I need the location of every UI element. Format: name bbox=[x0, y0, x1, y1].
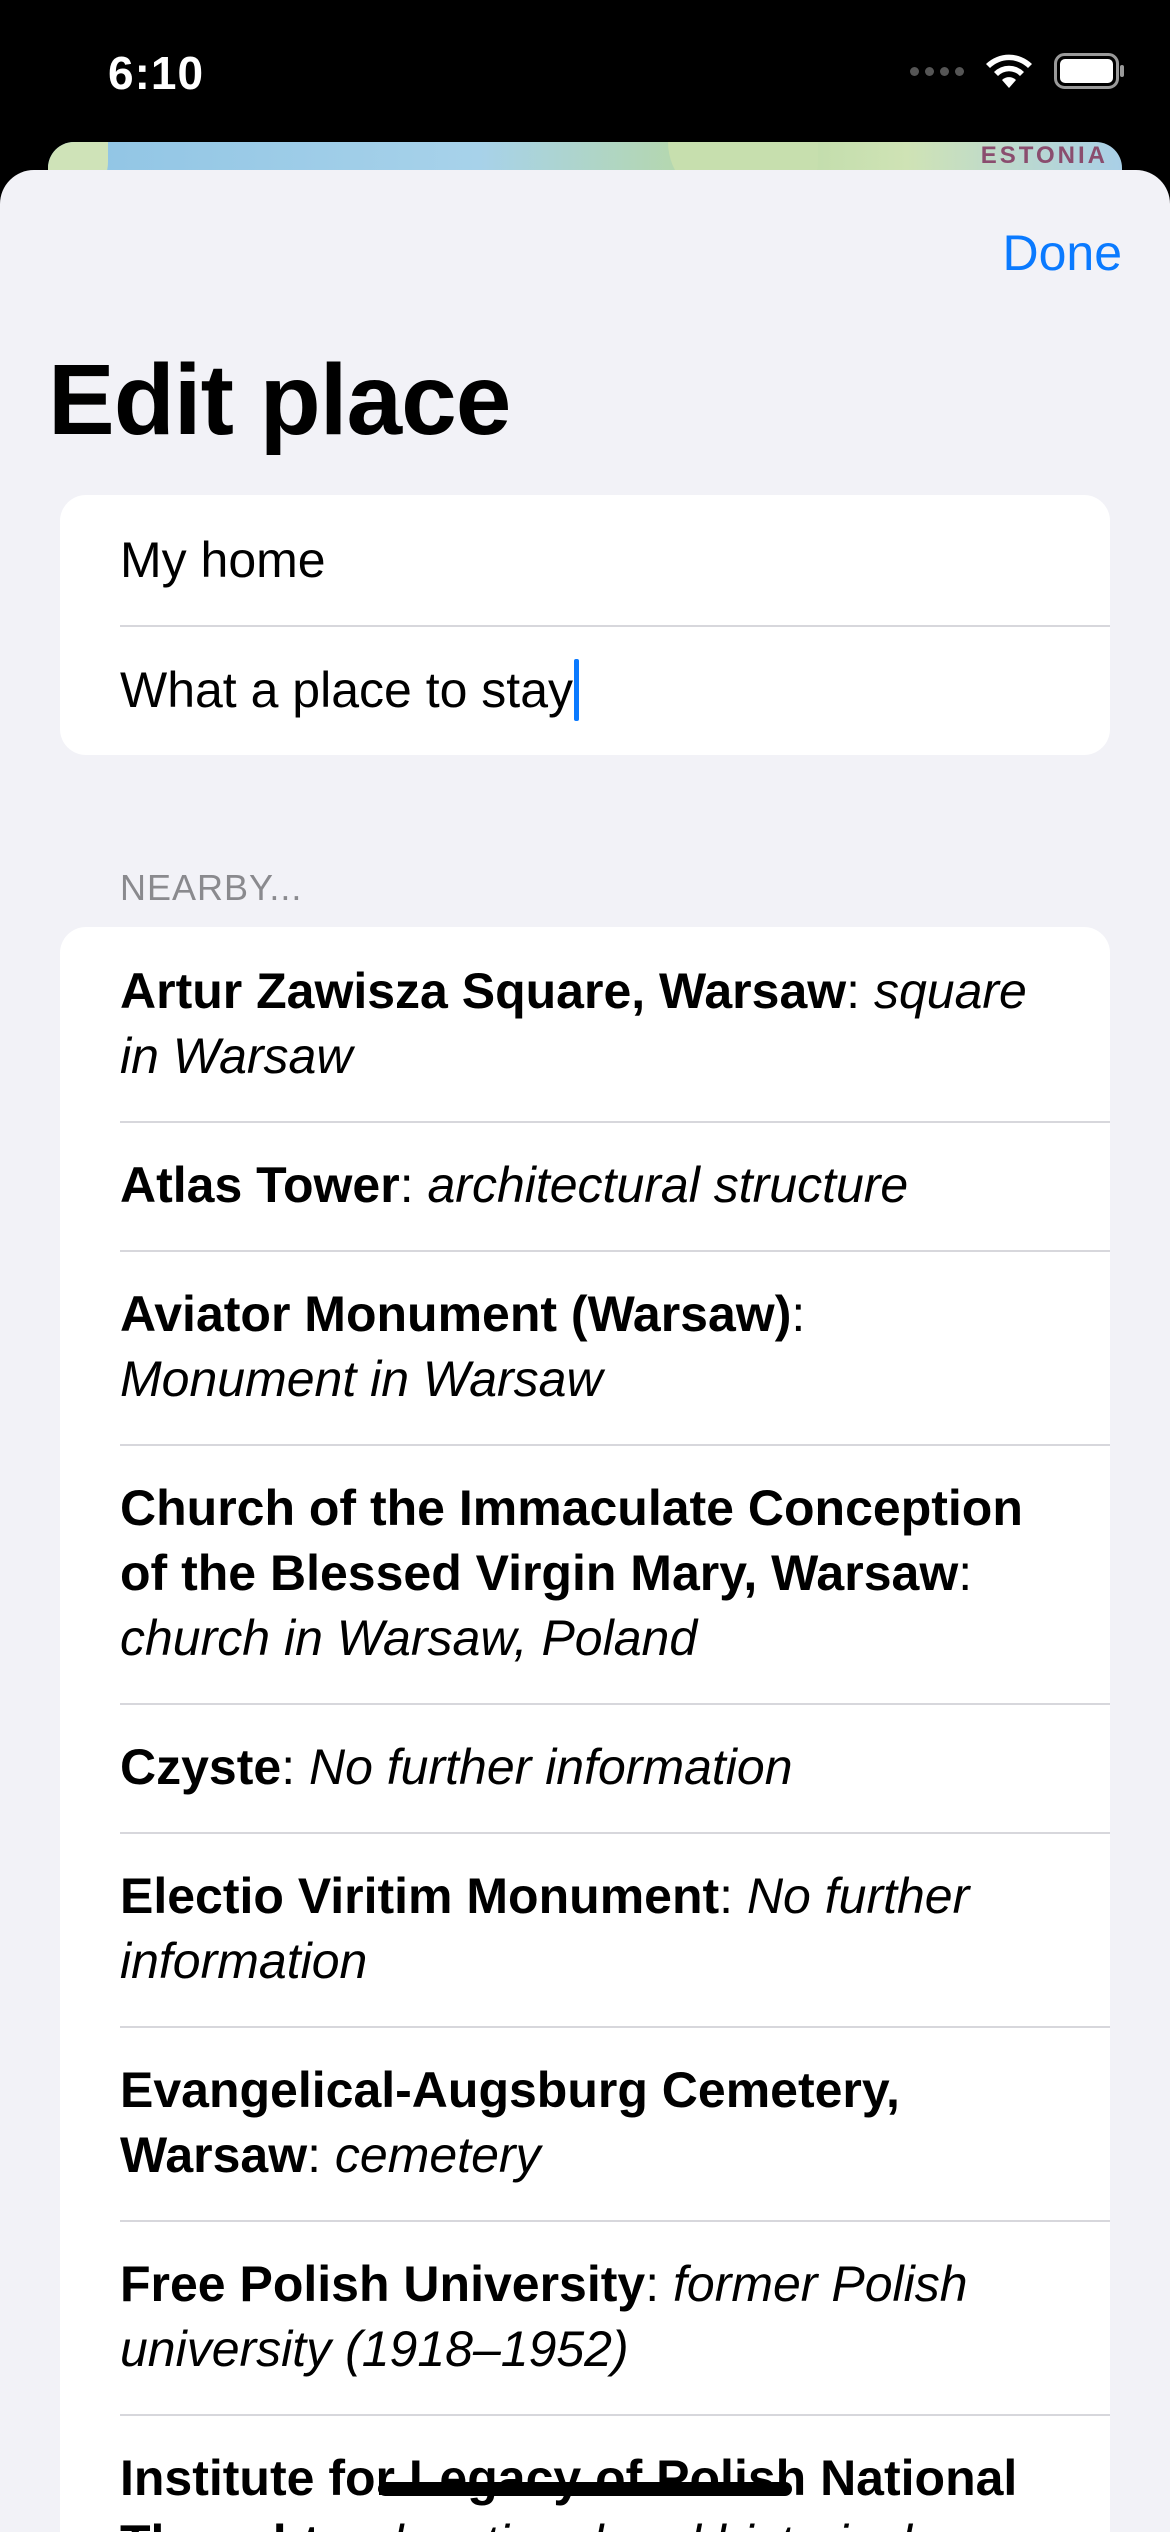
item-name: Aviator Monument (Warsaw) bbox=[120, 1286, 792, 1342]
battery-icon bbox=[1054, 53, 1124, 89]
name-field-value: My home bbox=[120, 532, 326, 588]
item-name: Atlas Tower bbox=[120, 1157, 400, 1213]
name-field[interactable]: My home bbox=[60, 495, 1110, 625]
home-indicator[interactable] bbox=[378, 2482, 792, 2496]
list-item[interactable]: Aviator Monument (Warsaw): Monument in W… bbox=[60, 1250, 1110, 1444]
done-button[interactable]: Done bbox=[1002, 224, 1122, 282]
edit-place-sheet: Done Edit place My home What a place to … bbox=[0, 170, 1170, 2532]
item-description: No further information bbox=[308, 1739, 793, 1795]
nearby-list: Artur Zawisza Square, Warsaw: square in … bbox=[60, 927, 1110, 2532]
list-item[interactable]: Atlas Tower: architectural structure bbox=[60, 1121, 1110, 1250]
status-icons bbox=[910, 52, 1126, 90]
page-title: Edit place bbox=[48, 344, 511, 456]
description-field-value: What a place to stay bbox=[120, 662, 574, 718]
wifi-icon bbox=[986, 54, 1032, 88]
text-cursor bbox=[574, 659, 580, 721]
description-field[interactable]: What a place to stay bbox=[60, 625, 1110, 755]
status-bar: 6:10 bbox=[0, 0, 1170, 150]
item-name: Artur Zawisza Square, Warsaw bbox=[120, 963, 847, 1019]
list-item[interactable]: Church of the Immaculate Conception of t… bbox=[60, 1444, 1110, 1703]
list-item[interactable]: Free Polish University: former Polish un… bbox=[60, 2220, 1110, 2414]
item-description: Monument in Warsaw bbox=[120, 1351, 603, 1407]
list-item[interactable]: Artur Zawisza Square, Warsaw: square in … bbox=[60, 927, 1110, 1121]
item-name: Church of the Immaculate Conception of t… bbox=[120, 1480, 1023, 1601]
item-description: cemetery bbox=[334, 2127, 541, 2183]
place-form: My home What a place to stay bbox=[60, 495, 1110, 755]
item-description: church in Warsaw, Poland bbox=[120, 1610, 698, 1666]
map-label: ESTONIA bbox=[980, 142, 1108, 169]
item-description: architectural structure bbox=[427, 1157, 909, 1213]
list-item[interactable]: Evangelical-Augsburg Cemetery, Warsaw: c… bbox=[60, 2026, 1110, 2220]
list-item[interactable]: Czyste: No further information bbox=[60, 1703, 1110, 1832]
cellular-signal-icon bbox=[910, 66, 964, 76]
nearby-section-header: NEARBY... bbox=[120, 867, 303, 908]
list-item[interactable]: Electio Viritim Monument: No further inf… bbox=[60, 1832, 1110, 2026]
list-item[interactable]: Institute for Legacy of Polish National … bbox=[60, 2414, 1110, 2532]
status-time: 6:10 bbox=[108, 47, 205, 99]
item-name: Electio Viritim Monument bbox=[120, 1868, 720, 1924]
item-name: Czyste bbox=[120, 1739, 282, 1795]
item-name: Free Polish University bbox=[120, 2256, 646, 2312]
item-description: educational and historical bbox=[348, 2515, 912, 2532]
